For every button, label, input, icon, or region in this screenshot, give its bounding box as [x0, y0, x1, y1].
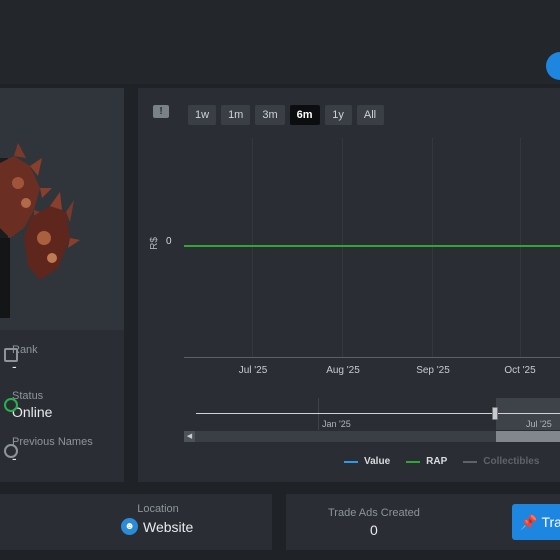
profile-info: Rank - Status Online Previous Names -: [0, 330, 124, 482]
x-tick-label: Sep '25: [416, 365, 450, 376]
navigator-scrollbar[interactable]: ◀: [184, 431, 560, 442]
timeframe-3m[interactable]: 3m: [255, 105, 285, 125]
previous-names-value: -: [12, 450, 17, 466]
timeframe-1y[interactable]: 1y: [324, 105, 352, 125]
trade-button-label: Tra: [541, 514, 560, 530]
grid-line: [342, 138, 343, 358]
profile-panel: Rank - Status Online Previous Names -: [0, 88, 124, 482]
x-tick-label: Aug '25: [326, 365, 360, 376]
navigator-grid: [318, 398, 319, 430]
grid-line: [432, 138, 433, 358]
navigator-series-line: [196, 413, 560, 414]
timeframe-selector: 1w 1m 3m 6m 1y All: [188, 105, 384, 125]
legend-label: Collectibles: [483, 456, 540, 467]
pin-icon: 📌: [520, 514, 538, 530]
series-line-rap: [184, 245, 560, 247]
navigator-label: Jul '25: [526, 419, 552, 429]
location-label: Location: [137, 503, 179, 515]
top-bar: [0, 0, 560, 84]
location-value: Website: [143, 518, 194, 535]
chart-legend: Value RAP Collectibles: [344, 456, 539, 467]
location-card: Location ☻ Website: [0, 494, 272, 550]
location-value-row: ☻ Website: [121, 518, 193, 535]
timeframe-all[interactable]: All: [356, 105, 384, 125]
grid-line: [520, 138, 521, 358]
legend-swatch: [344, 460, 358, 463]
y-axis-label: R$: [148, 237, 160, 250]
legend-item-rap[interactable]: RAP: [406, 456, 447, 467]
y-tick-label: 0: [166, 236, 172, 247]
timeframe-6m[interactable]: 6m: [289, 105, 320, 125]
timeframe-1m[interactable]: 1m: [221, 105, 251, 125]
legend-item-collectibles[interactable]: Collectibles: [463, 456, 539, 467]
legend-item-value[interactable]: Value: [344, 456, 390, 467]
x-tick-label: Oct '25: [504, 365, 536, 376]
legend-label: RAP: [426, 456, 448, 467]
previous-names-block: Previous Names -: [4, 436, 93, 466]
navigator-handle[interactable]: [492, 407, 498, 420]
status-label: Status: [12, 390, 44, 402]
x-tick-label: Jul '25: [238, 365, 268, 376]
navigator-grid: [520, 398, 521, 430]
avatar-image: [0, 88, 124, 330]
status-value: Online: [12, 404, 53, 420]
timeframe-1w[interactable]: 1w: [188, 105, 217, 125]
spiky-accessory: [0, 143, 80, 280]
rank-block: Rank -: [4, 344, 38, 374]
user-location-icon: ☻: [121, 518, 138, 535]
range-navigator[interactable]: Jan '25 Jul '25 ◀: [184, 398, 560, 442]
grid-line: [252, 138, 253, 358]
rank-icon: [4, 348, 18, 362]
legend-label: Value: [364, 456, 391, 467]
value-chart-panel: ! 1w 1m 3m 6m 1y All R$ 0 Jul '25 Aug '2…: [138, 88, 560, 482]
trade-ads-label: Trade Ads Created: [328, 507, 420, 519]
previous-names-label: Previous Names: [12, 436, 93, 448]
navigator-label: Jan '25: [322, 419, 351, 429]
plot-area: [184, 138, 560, 358]
chat-note-icon[interactable]: !: [153, 105, 169, 118]
x-axis: [184, 357, 560, 358]
scroll-left-arrow-icon[interactable]: ◀: [184, 431, 195, 442]
scrollbar-thumb[interactable]: [496, 431, 560, 442]
status-online-icon: [4, 398, 18, 412]
trade-ads-value: 0: [370, 522, 378, 538]
status-block: Status Online: [4, 390, 53, 420]
trade-button[interactable]: 📌 Tra: [512, 504, 560, 540]
legend-swatch: [463, 460, 478, 463]
legend-swatch: [406, 460, 421, 463]
previous-names-icon: [4, 444, 18, 458]
avatar-figure: [0, 143, 80, 318]
